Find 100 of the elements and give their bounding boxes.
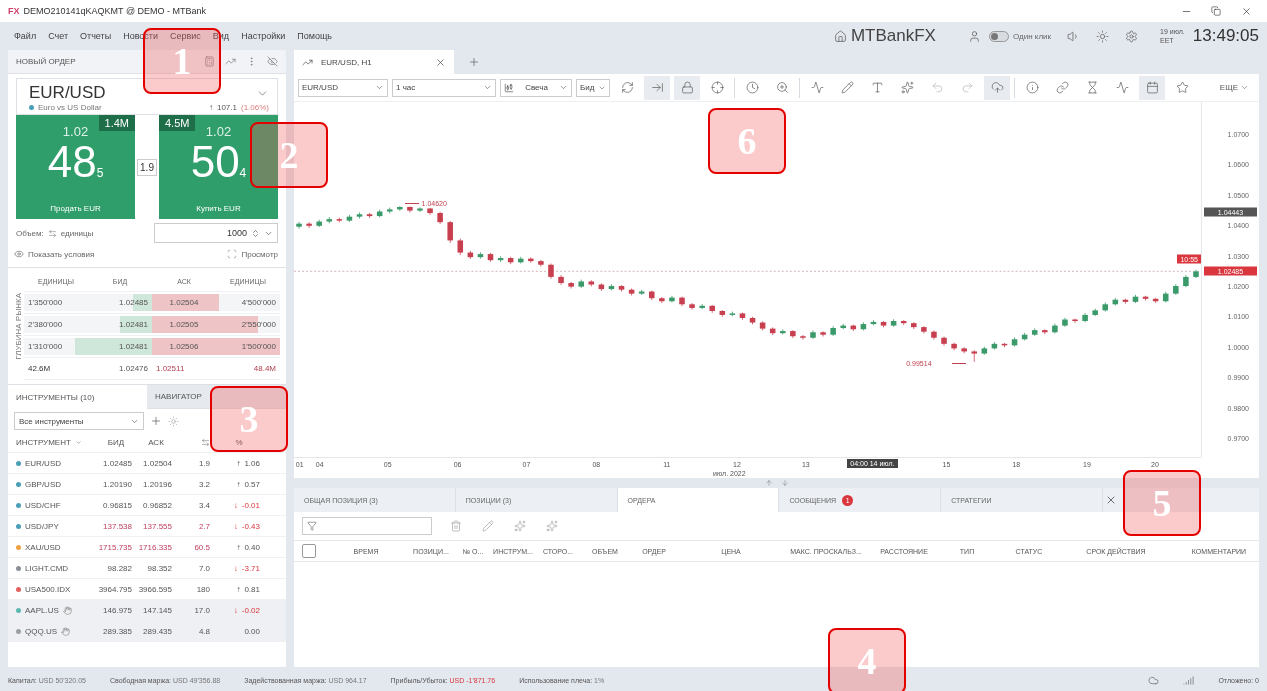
table-cell: 1.02504 bbox=[143, 458, 172, 468]
more-button[interactable]: ЕЩЕ bbox=[1213, 82, 1255, 93]
menu-item[interactable]: Счет bbox=[42, 31, 75, 41]
menu-item[interactable]: Настройки bbox=[235, 31, 292, 41]
tab[interactable]: ИНСТРУМЕНТЫ (10) bbox=[8, 385, 147, 409]
table-cell: -0.43 bbox=[241, 521, 260, 531]
instrument-name: GBP/USD bbox=[25, 479, 61, 489]
depth-title: ГЛУБИНА РЫНКА bbox=[13, 292, 23, 360]
window-title: DEMO210141qKAQKMT @ DEMO - MTBank bbox=[23, 6, 208, 16]
table-cell: 137.538 bbox=[103, 521, 132, 531]
panel-title: НОВЫЙ ОРДЕР bbox=[16, 57, 77, 66]
preview-link[interactable]: Просмотр bbox=[241, 249, 278, 259]
table-cell: -0.02 bbox=[241, 605, 260, 615]
table-cell: 7.0 bbox=[198, 563, 210, 573]
instrument-name: LIGHT.CMD bbox=[25, 563, 69, 573]
table-cell-text: 1.02505 bbox=[168, 320, 200, 329]
instrument-row[interactable]: QQQ.US 289.385 289.435 4.8 0.00 bbox=[8, 621, 286, 642]
table-cell: 1.20196 bbox=[143, 479, 172, 489]
table-cell: 3.2 bbox=[198, 479, 210, 489]
change-arrow: ↓ bbox=[233, 500, 238, 510]
symbol-select[interactable]: EUR/USD bbox=[298, 78, 388, 97]
table-cell: 1716.335 bbox=[138, 542, 172, 552]
table-cell: 98.282 bbox=[107, 563, 132, 573]
instrument-name: AAPL.US bbox=[25, 605, 59, 615]
instrument-name: USD/JPY bbox=[25, 521, 59, 531]
table-cell: 1.20190 bbox=[103, 479, 132, 489]
instrument-name: QQQ.US bbox=[25, 626, 57, 636]
change-arrow: ↓ bbox=[233, 605, 238, 615]
change-arrow: ↑ bbox=[236, 479, 241, 489]
table-cell: 1.9 bbox=[198, 458, 210, 468]
table-cell-text: 2'380'000 bbox=[27, 320, 64, 329]
table-cell: 289.435 bbox=[143, 626, 172, 636]
clock-time: 13:49:05 bbox=[1192, 26, 1259, 46]
table-cell-text: 1'310'000 bbox=[27, 342, 64, 351]
symbol-description: Euro vs US Dollar bbox=[38, 103, 102, 112]
volume-input[interactable]: 1000 bbox=[154, 223, 278, 243]
table-cell: 3964.795 bbox=[98, 584, 132, 594]
table-cell: 0.96852 bbox=[143, 500, 172, 510]
menu-item[interactable]: Отчеты bbox=[74, 31, 118, 41]
column-header: % bbox=[235, 438, 243, 447]
table-cell: 3966.595 bbox=[138, 584, 172, 594]
brand-name: MTBankFX bbox=[850, 26, 936, 46]
change-arrow: ↑ bbox=[208, 103, 213, 112]
instrument-filter-select[interactable]: Все инструменты bbox=[14, 412, 144, 430]
table-cell-text: 1.02485 bbox=[118, 298, 149, 307]
table-cell: 1.02485 bbox=[103, 458, 132, 468]
sell-button[interactable]: 1.4M 1.02 485 Продать EUR bbox=[16, 115, 136, 219]
column-header: ИНСТРУМЕНТ bbox=[16, 438, 71, 447]
table-cell-text: 4'500'000 bbox=[240, 298, 277, 307]
table-cell: -0.01 bbox=[241, 500, 260, 510]
volume-label: Объем: bbox=[16, 228, 44, 238]
symbol-name: EUR/USD bbox=[29, 83, 106, 103]
table-cell-text: 1.02511 bbox=[155, 364, 186, 373]
change-arrow: ↑ bbox=[236, 542, 241, 552]
table-cell: 4.8 bbox=[198, 626, 210, 636]
timeframe-select[interactable]: 1 час bbox=[392, 78, 496, 97]
instrument-name: USA500.IDX bbox=[25, 584, 71, 594]
show-conditions-link[interactable]: Показать условия bbox=[28, 249, 95, 259]
volume-tag: 1.4M bbox=[98, 115, 136, 131]
column-header: БИД bbox=[107, 438, 125, 447]
instrument-name: XAU/USD bbox=[25, 542, 61, 552]
table-cell-text: 42.6M bbox=[27, 364, 52, 373]
table-cell: 146.975 bbox=[103, 605, 132, 615]
table-cell-text: 2'550'000 bbox=[240, 320, 277, 329]
table-cell: 17.0 bbox=[194, 605, 210, 615]
table-cell: 98.352 bbox=[147, 563, 172, 573]
table-cell: 1.06 bbox=[244, 458, 260, 468]
chart-tab[interactable]: EUR/USD, H1 bbox=[294, 50, 454, 74]
table-cell: 1715.735 bbox=[98, 542, 132, 552]
spread-value: 1.9 bbox=[137, 158, 157, 176]
table-cell-text: 1.02481 bbox=[118, 320, 149, 329]
table-cell-text: 1.02504 bbox=[168, 298, 200, 307]
price-type-select[interactable]: Бид bbox=[576, 78, 610, 97]
menu-item[interactable]: Помощь bbox=[291, 31, 339, 41]
table-cell: 60.5 bbox=[194, 542, 210, 552]
table-cell: 137.555 bbox=[143, 521, 172, 531]
table-cell: 0.40 bbox=[244, 542, 260, 552]
table-cell-text: 1.02481 bbox=[118, 342, 149, 351]
change-arrow: ↓ bbox=[233, 521, 238, 531]
buy-button[interactable]: 4.5M 1.02 504 Купить EUR bbox=[158, 115, 278, 219]
change-arrow: ↑ bbox=[236, 458, 241, 468]
instrument-name: EUR/USD bbox=[25, 458, 61, 468]
column-header: АСК bbox=[148, 438, 164, 447]
change-percent: (1.06%) bbox=[241, 103, 269, 112]
table-cell: 289.385 bbox=[103, 626, 132, 636]
table-cell: 0.00 bbox=[244, 626, 260, 636]
table-cell: 180 bbox=[196, 584, 210, 594]
menu-item[interactable]: Сервис bbox=[164, 31, 207, 41]
instrument-name: USD/CHF bbox=[25, 500, 61, 510]
instrument-row[interactable]: AAPL.US 146.975 147.145 17.0 ↓ -0.02 bbox=[8, 600, 286, 621]
table-cell: 147.145 bbox=[143, 605, 172, 615]
table-cell: 2.7 bbox=[198, 521, 210, 531]
change-value: 107.1 bbox=[216, 103, 237, 112]
one-click-label: Один клик bbox=[1012, 31, 1052, 41]
table-cell: -3.71 bbox=[241, 563, 260, 573]
number-callout-tooltip: 5 bbox=[1123, 470, 1201, 536]
chart-style-select[interactable]: Свеча bbox=[500, 78, 572, 97]
number-callout-tooltip: 2 bbox=[250, 122, 328, 188]
menu-item[interactable]: Файл bbox=[8, 31, 43, 41]
table-cell: 0.57 bbox=[244, 479, 260, 489]
